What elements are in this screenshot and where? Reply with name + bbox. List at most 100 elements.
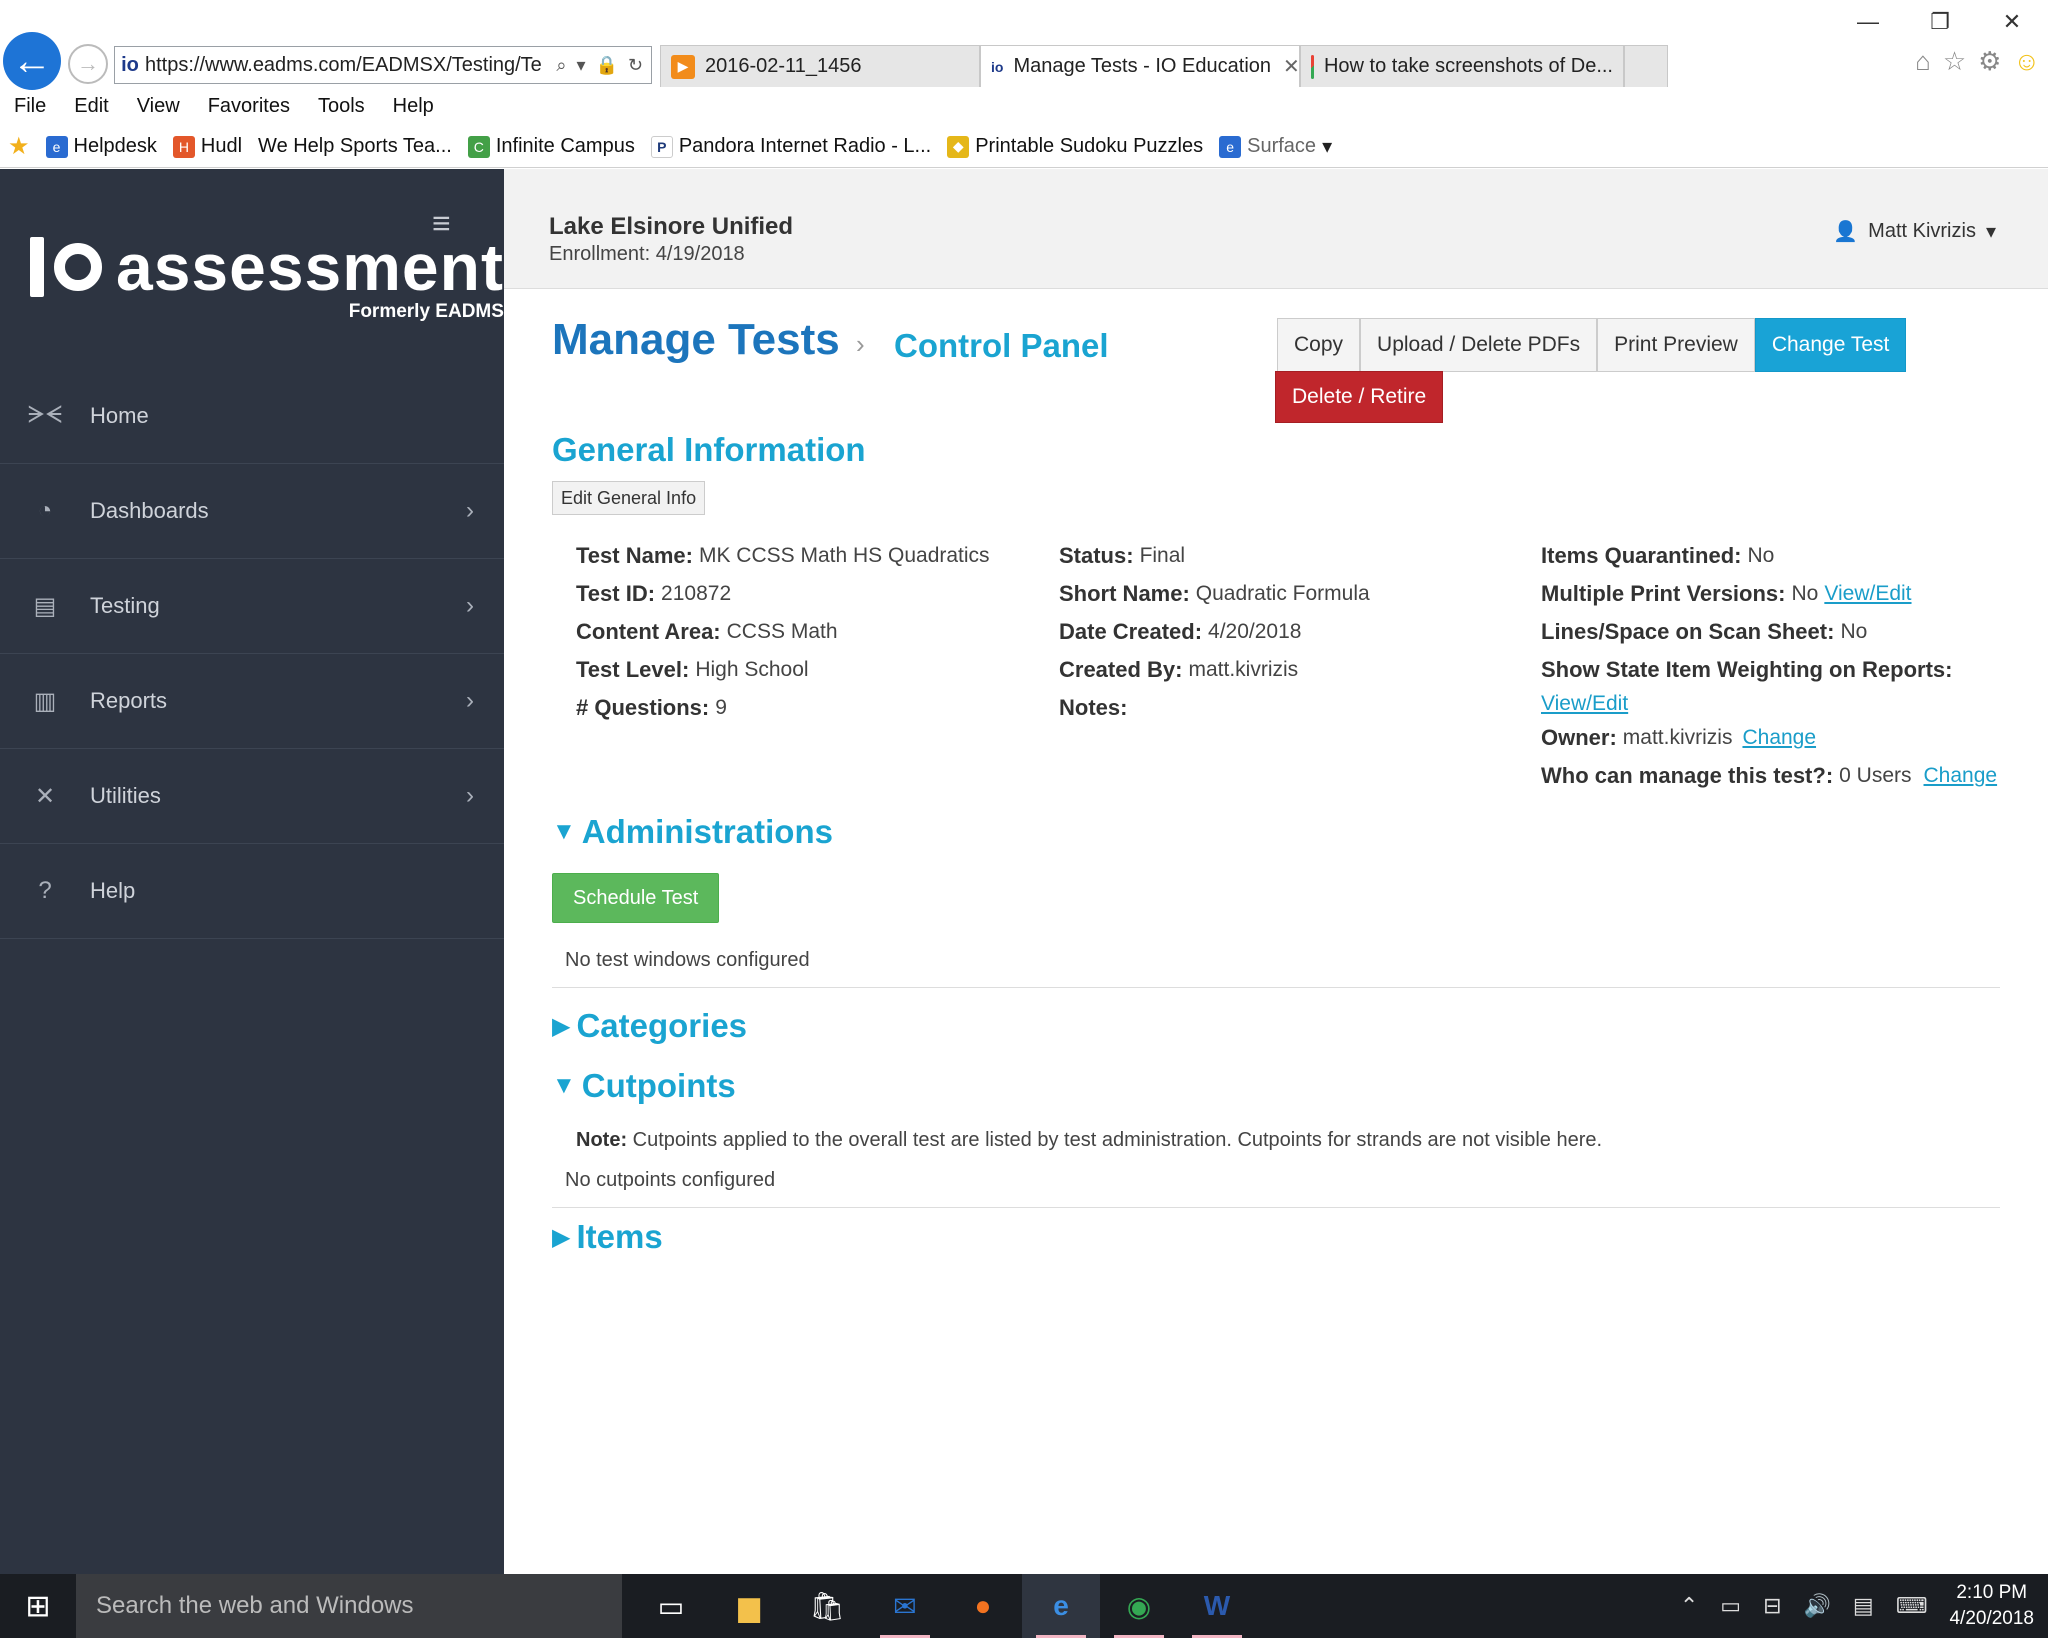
battery-icon[interactable]: ▭ (1720, 1593, 1741, 1619)
windows-start-icon[interactable]: ⊞ (0, 1574, 76, 1638)
edit-general-info-button[interactable]: Edit General Info (552, 481, 706, 515)
info-value: Quadratic Formula (1195, 582, 1370, 605)
address-bar[interactable]: io https://www.eadms.com/EADMSX/Testing/… (114, 46, 652, 84)
info-value: 4/20/2018 (1208, 620, 1302, 643)
breadcrumb-current: Control Panel (894, 327, 1109, 364)
network-icon[interactable]: ⊟ (1763, 1593, 1781, 1619)
sidebar-item-reports[interactable]: ▥ Reports › (0, 654, 504, 749)
info-value: No (1840, 620, 1868, 643)
content-area-row: Content Area: CCSS Math (576, 613, 990, 651)
schedule-test-button[interactable]: Schedule Test (552, 873, 720, 923)
sidebar-item-utilities[interactable]: ✕ Utilities › (0, 749, 504, 844)
system-tray: ⌃ ▭ ⊟ 🔊 ▤ ⌨ 2:10 PM 4/20/2018 (1680, 1574, 2034, 1638)
menu-edit[interactable]: Edit (74, 95, 108, 118)
menu-help[interactable]: Help (393, 95, 434, 118)
view-edit-link[interactable]: View/Edit (1824, 582, 1911, 606)
internet-explorer-icon[interactable]: e (1022, 1574, 1100, 1638)
site-favicon-icon: io (121, 53, 139, 76)
categories-toggle[interactable]: ▶ Categories (552, 1007, 747, 1045)
lock-icon[interactable]: 🔒 (595, 55, 617, 76)
volume-icon[interactable]: 🔊 (1804, 1593, 1831, 1619)
info-value: No (1747, 544, 1775, 567)
note-text: Cutpoints applied to the overall test ar… (632, 1129, 1603, 1151)
no-test-windows-text: No test windows configured (565, 949, 810, 971)
items-toggle[interactable]: ▶ Items (552, 1218, 663, 1256)
restore-icon[interactable]: ❐ (1904, 0, 1976, 44)
new-tab-button[interactable] (1624, 45, 1668, 87)
task-view-icon[interactable]: ▭ (632, 1574, 710, 1638)
dropdown-icon[interactable]: ▾ (576, 55, 585, 76)
chrome-icon[interactable]: ◉ (1100, 1574, 1178, 1638)
back-button[interactable]: ← (3, 32, 61, 90)
change-test-button[interactable]: Change Test (1754, 318, 1907, 372)
fav-label: Pandora Internet Radio - L... (678, 135, 932, 157)
delete-retire-button[interactable]: Delete / Retire (1275, 371, 1444, 423)
tab-screenshot[interactable]: ▶ 2016-02-11_1456 (660, 45, 980, 87)
fav-hudl[interactable]: H Hudl (172, 135, 242, 158)
minimize-icon[interactable]: — (1832, 0, 1904, 44)
hudl-icon: H (172, 135, 195, 158)
gear-icon[interactable]: ⚙ (1978, 46, 2001, 77)
chevron-up-icon[interactable]: ⌃ (1680, 1593, 1698, 1619)
keyboard-icon[interactable]: ⌨ (1896, 1593, 1928, 1619)
chevron-right-icon: › (466, 782, 474, 809)
change-owner-link[interactable]: Change (1742, 726, 1816, 750)
favorites-star-icon[interactable]: ★ (8, 132, 30, 161)
forward-button[interactable]: → (68, 44, 108, 84)
sidebar-item-help[interactable]: ? Help (0, 844, 504, 939)
administrations-toggle[interactable]: ▼ Administrations (552, 813, 833, 851)
sidebar-nav: ᗒᗕ Home ◔ Dashboards › ▤ Testing › ▥ Rep… (0, 369, 504, 939)
sidebar-item-dashboards[interactable]: ◔ Dashboards › (0, 464, 504, 559)
cutpoints-toggle[interactable]: ▼ Cutpoints (552, 1067, 736, 1105)
sidebar-item-home[interactable]: ᗒᗕ Home (0, 369, 504, 464)
info-column-3: Items Quarantined: No Multiple Print Vers… (1541, 537, 1997, 795)
fav-sudoku[interactable]: ◆ Printable Sudoku Puzzles (947, 135, 1203, 158)
tab-manage-tests[interactable]: io Manage Tests - IO Education ✕ (980, 45, 1300, 87)
address-url[interactable]: https://www.eadms.com/EADMSX/Testing/Te (145, 54, 548, 77)
menu-favorites[interactable]: Favorites (208, 95, 290, 118)
main-header: Lake Elsinore Unified Enrollment: 4/19/2… (504, 169, 2048, 289)
main-content: Lake Elsinore Unified Enrollment: 4/19/2… (504, 169, 2048, 1574)
menu-file[interactable]: File (14, 95, 46, 118)
io-favicon-icon: io (991, 58, 1004, 75)
view-edit-link[interactable]: View/Edit (1541, 692, 1628, 716)
taskbar-clock[interactable]: 2:10 PM 4/20/2018 (1949, 1580, 2034, 1632)
info-label: Who can manage this test?: (1541, 763, 1834, 788)
home-icon[interactable]: ⌂ (1915, 46, 1931, 77)
info-value: matt.kivrizis (1188, 658, 1299, 681)
word-icon[interactable]: W (1178, 1574, 1256, 1638)
fav-we-help[interactable]: We Help Sports Tea... (258, 135, 452, 158)
smiley-icon[interactable]: ☺ (2013, 46, 2040, 77)
taskbar-search[interactable]: Search the web and Windows (76, 1574, 622, 1638)
menu-view[interactable]: View (137, 95, 180, 118)
file-explorer-icon[interactable]: ▆ (710, 1574, 788, 1638)
menu-tools[interactable]: Tools (318, 95, 365, 118)
refresh-icon[interactable]: ↻ (628, 55, 643, 76)
copy-button[interactable]: Copy (1277, 318, 1361, 372)
caret-right-icon: ▶ (552, 1223, 571, 1251)
change-managers-link[interactable]: Change (1924, 764, 1998, 788)
upload-delete-pdfs-button[interactable]: Upload / Delete PDFs (1360, 318, 1598, 372)
tab-strip: ▶ 2016-02-11_1456 io Manage Tests - IO E… (660, 45, 1668, 87)
store-icon[interactable]: 🛍 (788, 1574, 866, 1638)
outlook-icon[interactable]: ✉ (866, 1574, 944, 1638)
sidebar-item-testing[interactable]: ▤ Testing › (0, 559, 504, 654)
print-preview-button[interactable]: Print Preview (1597, 318, 1755, 372)
who-can-manage-row: Who can manage this test?: 0 Users Change (1541, 757, 1997, 795)
action-center-icon[interactable]: ▤ (1853, 1593, 1874, 1619)
ie-icon: e (1219, 135, 1242, 158)
close-icon[interactable]: ✕ (1283, 54, 1299, 79)
tab-how-to[interactable]: How to take screenshots of De... (1300, 45, 1624, 87)
star-icon[interactable]: ☆ (1943, 46, 1966, 77)
chevron-right-icon: › (466, 687, 474, 714)
firefox-icon[interactable]: ● (944, 1574, 1022, 1638)
puzzle-icon: ◆ (947, 135, 970, 158)
close-window-icon[interactable]: ✕ (1976, 0, 2048, 44)
user-menu[interactable]: 👤 Matt Kivrizis ▾ (1833, 219, 1996, 244)
fav-infinite-campus[interactable]: C Infinite Campus (467, 135, 635, 158)
search-icon[interactable]: ⌕ (556, 55, 566, 76)
fav-helpdesk[interactable]: e Helpdesk (45, 135, 157, 158)
fav-surface[interactable]: e Surface ▾ (1219, 134, 1332, 159)
info-value: 9 (715, 696, 727, 719)
fav-pandora[interactable]: P Pandora Internet Radio - L... (650, 135, 932, 158)
